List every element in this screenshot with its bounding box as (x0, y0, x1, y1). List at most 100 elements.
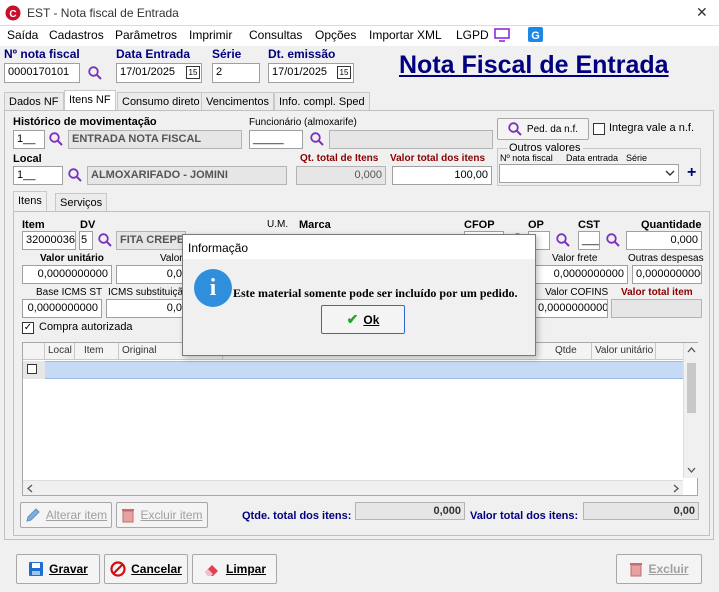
calendar-emissao-icon[interactable]: 15 (337, 66, 351, 79)
cst-input[interactable]: ___ (578, 231, 600, 250)
menu-cadastros[interactable]: Cadastros (49, 28, 104, 42)
menu-saida[interactable]: Saída (7, 28, 38, 42)
trash-icon (122, 509, 135, 523)
grid-col-qtde[interactable]: Qtde (552, 343, 592, 360)
menu-imprimir[interactable]: Imprimir (189, 28, 232, 42)
dialog-message: Este material somente pode ser incluído … (233, 286, 518, 300)
limpar-button[interactable]: Limpar (192, 554, 277, 584)
cancelar-label: Cancelar (131, 562, 182, 576)
dialog-title: Informação (188, 241, 249, 255)
historico-code-input[interactable]: 1__ (13, 130, 45, 149)
eraser-icon (204, 565, 218, 576)
search-item-icon[interactable] (98, 233, 112, 247)
scroll-down-icon[interactable] (687, 467, 696, 473)
qtde-total-label: Qtde. total dos itens: (242, 510, 352, 522)
search-nf-icon[interactable] (88, 66, 102, 80)
valor2-input[interactable]: 0,0 (116, 265, 186, 284)
monitor-icon[interactable] (494, 28, 510, 42)
ok-button[interactable]: ✔ Ok (321, 305, 405, 334)
row-selector[interactable] (27, 364, 37, 374)
gravar-button[interactable]: Gravar (16, 554, 100, 584)
tab-itens-nf[interactable]: Itens NF (64, 90, 116, 111)
menu-parametros[interactable]: Parâmetros (115, 28, 177, 42)
grid-vertical-scrollbar[interactable] (683, 343, 698, 478)
compra-autorizada-checkbox[interactable]: ✓ (22, 322, 34, 334)
menu-importar-xml[interactable]: Importar XML (369, 28, 442, 42)
menu-bar: Saída Cadastros Parâmetros Imprimir Cons… (0, 26, 719, 46)
scroll-up-icon[interactable] (687, 347, 696, 353)
historico-desc: ENTRADA NOTA FISCAL (68, 130, 242, 149)
quantidade-label: Quantidade (641, 219, 702, 231)
tab-dados-nf[interactable]: Dados NF (4, 92, 64, 111)
alterar-item-button[interactable]: Alterar item (20, 502, 112, 528)
search-funcionario-icon[interactable] (310, 132, 324, 146)
nf-input[interactable]: 0000170101 (4, 63, 80, 83)
serie-input[interactable]: 2 (212, 63, 260, 83)
calendar-entrada-icon[interactable]: 15 (186, 66, 200, 79)
search-local-icon[interactable] (68, 168, 82, 182)
grid-col-valor-unit[interactable]: Valor unitário (592, 343, 656, 360)
valor-total-label: Valor total dos itens (390, 153, 486, 164)
search-cst-icon[interactable] (606, 233, 620, 247)
outros-col-nf: Nº nota fiscal (500, 153, 553, 163)
frete-label: Valor frete (552, 253, 598, 264)
tab-itens[interactable]: Itens (13, 191, 47, 212)
tab-consumo-direto[interactable]: Consumo direto (117, 92, 205, 111)
dialog-title-bar: Informação (183, 235, 535, 259)
icms-sub-input[interactable]: 0,0 (106, 299, 186, 318)
valor-unit-input[interactable]: 0,0000000000 (22, 265, 112, 284)
valor-total-input[interactable]: 100,00 (392, 166, 492, 185)
tab-info-sped[interactable]: Info. compl. Sped (274, 92, 370, 111)
outros-valores-select[interactable] (499, 164, 679, 183)
chevron-down-icon[interactable] (664, 167, 676, 179)
despesas-input[interactable]: 0,0000000000 (632, 265, 702, 284)
tab-vencimentos[interactable]: Vencimentos (201, 92, 274, 111)
qtde-total-value: 0,000 (355, 502, 465, 520)
outros-col-data: Data entrada (566, 153, 619, 163)
um-label: U.M. (267, 219, 289, 230)
items-grid[interactable]: Local Item Original Qtde Valor unitário (22, 342, 698, 496)
item-input[interactable]: 32000036 (22, 231, 76, 250)
close-icon[interactable]: ✕ (696, 4, 708, 21)
cofins-input[interactable]: 0,0000000000 (534, 299, 608, 318)
funcionario-code-input[interactable]: _____ (249, 130, 303, 149)
limpar-label: Limpar (225, 562, 266, 576)
add-outros-icon[interactable]: + (687, 164, 696, 182)
scroll-right-icon[interactable] (673, 484, 679, 493)
icms-sub-label: ICMS substituição (108, 287, 189, 298)
menu-lgpd[interactable]: LGPD (456, 28, 489, 42)
grid-col-item[interactable]: Item (81, 343, 119, 360)
ok-label: Ok (363, 312, 380, 327)
item-label: Item (22, 219, 45, 231)
trash-icon (630, 563, 643, 577)
search-historico-icon[interactable] (49, 132, 63, 146)
grid-col-local[interactable]: Local (45, 343, 75, 360)
table-row[interactable] (23, 361, 683, 379)
op-label: OP (528, 219, 544, 231)
menu-opcoes[interactable]: Opções (315, 28, 356, 42)
scroll-left-icon[interactable] (27, 484, 33, 493)
base-st-input[interactable]: 0,0000000000 (22, 299, 102, 318)
valor-total-itens-value: 0,00 (583, 502, 699, 520)
entrada-label: Data Entrada (116, 47, 191, 61)
excluir-item-button[interactable]: Excluir item (116, 502, 208, 528)
tab-servicos[interactable]: Serviços (55, 193, 108, 212)
app-g-icon[interactable]: G (528, 27, 543, 42)
ped-nf-button[interactable]: Ped. da n.f. (497, 118, 589, 140)
serie-label: Série (212, 47, 242, 61)
scroll-thumb[interactable] (687, 363, 696, 413)
dv-input[interactable]: 5 (79, 231, 93, 250)
menu-consultas[interactable]: Consultas (249, 28, 302, 42)
valor-total-itens-label: Valor total dos itens: (470, 510, 579, 522)
grid-horizontal-scrollbar[interactable] (23, 480, 683, 495)
funcionario-desc (329, 130, 493, 149)
quantidade-input[interactable]: 0,000 (626, 231, 702, 250)
local-code-input[interactable]: 1__ (13, 166, 63, 185)
search-op-icon[interactable] (556, 233, 570, 247)
excluir-button[interactable]: Excluir (616, 554, 702, 584)
outros-col-serie: Série (626, 153, 648, 163)
info-dialog: Informação i Este material somente pode … (182, 234, 536, 356)
cancelar-button[interactable]: Cancelar (104, 554, 188, 584)
integra-checkbox[interactable] (593, 123, 605, 135)
frete-input[interactable]: 0,0000000000 (534, 265, 628, 284)
